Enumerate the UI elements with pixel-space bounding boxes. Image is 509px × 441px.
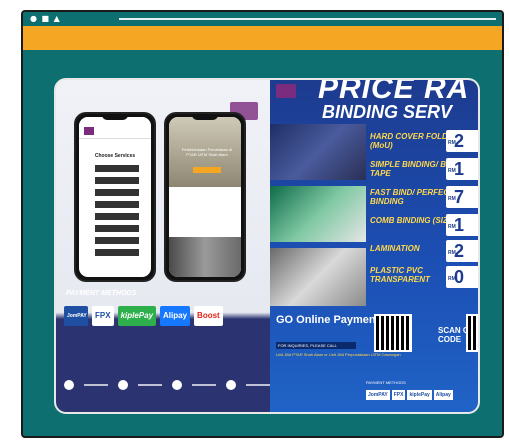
service-button[interactable]: [95, 189, 139, 196]
image-card: Choose Services Perkhidmatan Percetakan …: [54, 78, 480, 414]
app-window-frame: ● ■ ▲ Choose Services Perkhidmatan Perce…: [21, 10, 504, 438]
service-button[interactable]: [95, 237, 139, 244]
app-screens-panel: Choose Services Perkhidmatan Percetakan …: [56, 80, 270, 412]
kiplepay-logo: kiplePay: [117, 306, 157, 326]
facebook-icon[interactable]: [172, 380, 182, 390]
alipay-logo: Alipay: [160, 306, 191, 326]
phone-screen: Perkhidmatan Percetakan di PTAR UiTM Sha…: [169, 117, 241, 277]
price-tag: RM 1: [446, 158, 478, 180]
payment-methods-title: PAYMENT METHODS: [66, 290, 137, 297]
window-controls-icon[interactable]: ● ■ ▲: [30, 14, 61, 23]
social-handle: [192, 384, 216, 386]
header-bar: [23, 26, 502, 50]
phone-screen: Choose Services: [79, 117, 151, 277]
comb-binding-photo: [270, 248, 366, 306]
payment-logos: JomPAY FPX kiplePay Alipay Boost: [64, 306, 223, 326]
choose-services-title: Choose Services: [94, 153, 136, 159]
service-button[interactable]: [95, 201, 139, 208]
payment-logo: FPX: [391, 390, 406, 400]
hero-button[interactable]: [193, 167, 221, 173]
window-titlebar: ● ■ ▲: [23, 12, 502, 26]
payment-methods-label: PAYMENT METHODS: [366, 380, 406, 385]
phone-mockup-services: Choose Services: [74, 112, 156, 282]
price-tag: RM 2: [446, 240, 478, 262]
go-online-text: GO Online Payment: [276, 314, 380, 326]
poster-subheadline: BINDING SERV: [322, 102, 453, 122]
titlebar-divider: [119, 18, 496, 20]
payment-logo: JomPAY: [366, 390, 390, 400]
hero-image: Perkhidmatan Percetakan di PTAR UiTM Sha…: [169, 117, 241, 187]
price-tag: RM 2: [446, 130, 478, 152]
qr-code: [466, 314, 478, 352]
screen-content: [169, 187, 241, 237]
screen-logo: [84, 127, 94, 135]
website-icon[interactable]: [226, 380, 236, 390]
price-tag: RM 0: [446, 266, 478, 288]
address-text: Unit Jilid PTAR Shah Alam or Unit Jilid …: [276, 352, 401, 357]
price-tag: RM 1: [446, 214, 478, 236]
youtube-icon[interactable]: [118, 380, 128, 390]
service-button[interactable]: [95, 177, 139, 184]
social-handle: [84, 384, 108, 386]
price-tag: RM 7: [446, 186, 478, 208]
phone-mockup-home: Perkhidmatan Percetakan di PTAR UiTM Sha…: [164, 112, 246, 282]
payment-logo: Alipay: [433, 390, 453, 400]
service-button[interactable]: [95, 165, 139, 172]
phone-notch: [192, 114, 218, 120]
social-handle: [138, 384, 162, 386]
boost-logo: Boost: [194, 306, 223, 326]
payment-strip: JomPAY FPX kiplePay Alipay: [366, 390, 453, 400]
screen-photo: [169, 237, 241, 277]
tiktok-icon[interactable]: [64, 380, 74, 390]
social-links: [64, 380, 270, 390]
phone-notch: [102, 114, 128, 120]
hero-headline: Perkhidmatan Percetakan di PTAR UiTM Sha…: [181, 147, 233, 157]
qr-code: [374, 314, 412, 352]
price-poster-panel: PRICE RA BINDING SERV HARD COVER FOLDER …: [270, 80, 478, 412]
service-name: LAMINATION: [370, 244, 420, 253]
hardcover-photo: [270, 124, 366, 180]
service-button[interactable]: [95, 225, 139, 232]
binding-photo: [270, 186, 366, 242]
university-logo: [276, 84, 296, 98]
enquiries-label: FOR INQUIRIES, PLEASE CALL: [276, 342, 356, 349]
jompay-logo: JomPAY: [64, 306, 88, 326]
service-button[interactable]: [95, 249, 139, 256]
payment-logo: kiplePay: [407, 390, 432, 400]
service-button[interactable]: [95, 213, 139, 220]
fpx-logo: FPX: [92, 306, 114, 326]
social-handle: [246, 384, 270, 386]
